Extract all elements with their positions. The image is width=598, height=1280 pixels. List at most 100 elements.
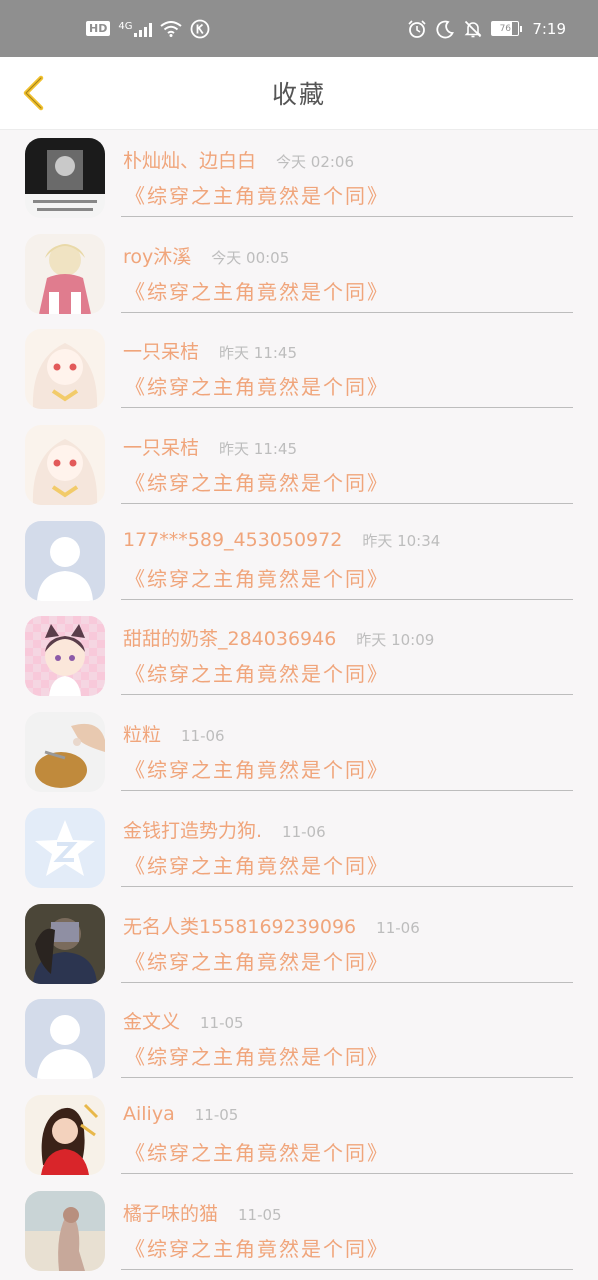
book-title[interactable]: 《综穿之主角竟然是个同》	[125, 1041, 389, 1070]
book-title[interactable]: 《综穿之主角竟然是个同》	[125, 467, 389, 496]
item-time: 昨天 11:45	[219, 344, 298, 363]
user-name[interactable]: roy沐溪	[123, 242, 191, 269]
item-time: 11-06	[282, 822, 326, 841]
book-title[interactable]: 《综穿之主角竟然是个同》	[125, 180, 389, 209]
user-name[interactable]: 甜甜的奶茶_284036946	[123, 624, 336, 651]
book-title[interactable]: 《综穿之主角竟然是个同》	[125, 754, 389, 783]
item-time: 11-06	[376, 918, 420, 937]
k-circle-icon	[191, 19, 210, 38]
list-item[interactable]: 朴灿灿、边白白 今天 02:06 《综穿之主角竟然是个同》	[0, 130, 598, 226]
list-item[interactable]: 金钱打造势力狗. 11-06 《综穿之主角竟然是个同》	[0, 800, 598, 896]
favorites-list: 朴灿灿、边白白 今天 02:06 《综穿之主角竟然是个同》 roy沐溪 今天 0…	[0, 130, 598, 1278]
battery-level: 76	[499, 23, 512, 34]
anime-girl-avatar	[25, 329, 105, 410]
hd-icon: HD	[86, 21, 111, 36]
item-info: 金钱打造势力狗. 11-06 《综穿之主角竟然是个同》	[121, 808, 573, 887]
default-avatar	[25, 999, 105, 1080]
item-time: 11-05	[194, 1105, 239, 1124]
page-title: 收藏	[271, 80, 326, 109]
item-info: 朴灿灿、边白白 今天 02:06 《综穿之主角竟然是个同》	[121, 138, 573, 217]
item-header: Ailiya 11-05	[123, 1103, 238, 1125]
qzone-star-avatar	[25, 807, 105, 888]
item-header: roy沐溪 今天 00:05	[123, 242, 289, 269]
book-title[interactable]: 《综穿之主角竟然是个同》	[125, 563, 389, 592]
status-right: 76 7:19	[407, 19, 566, 39]
user-name[interactable]: 橘子味的猫	[123, 1199, 218, 1226]
avatar[interactable]	[25, 1094, 105, 1175]
item-header: 甜甜的奶茶_284036946 昨天 10:09	[123, 624, 434, 651]
avatar[interactable]	[25, 903, 105, 984]
item-info: Ailiya 11-05 《综穿之主角竟然是个同》	[121, 1095, 573, 1174]
network-label: 4G	[118, 20, 133, 32]
default-avatar	[25, 520, 105, 601]
back-arrow-icon	[23, 75, 44, 111]
item-info: 无名人类1558169239096 11-06 《综穿之主角竟然是个同》	[121, 904, 573, 983]
avatar[interactable]	[25, 616, 105, 697]
item-header: 一只呆桔 昨天 11:45	[123, 433, 297, 460]
avatar[interactable]	[25, 1190, 105, 1271]
battery-icon: 76	[491, 21, 523, 36]
book-title[interactable]: 《综穿之主角竟然是个同》	[125, 1233, 389, 1262]
item-time: 昨天 10:34	[362, 531, 441, 550]
item-header: 177***589_453050972 昨天 10:34	[123, 529, 440, 551]
book-title[interactable]: 《综穿之主角竟然是个同》	[125, 371, 389, 400]
avatar[interactable]	[25, 712, 105, 793]
item-time: 今天 00:05	[211, 248, 290, 267]
item-info: 一只呆桔 昨天 11:45 《综穿之主角竟然是个同》	[121, 425, 573, 505]
avatar[interactable]	[25, 138, 105, 218]
moon-icon	[436, 20, 455, 38]
book-title[interactable]: 《综穿之主角竟然是个同》	[125, 946, 389, 975]
list-item[interactable]: 粒粒 11-06 《综穿之主角竟然是个同》	[0, 704, 598, 800]
list-item[interactable]: roy沐溪 今天 00:05 《综穿之主角竟然是个同》	[0, 226, 598, 322]
portrait-photo-avatar	[25, 903, 105, 984]
avatar[interactable]	[25, 520, 105, 601]
back-button[interactable]	[14, 71, 54, 115]
book-title[interactable]: 《综穿之主角竟然是个同》	[125, 1137, 389, 1166]
list-item[interactable]: 甜甜的奶茶_284036946 昨天 10:09 《综穿之主角竟然是个同》	[0, 608, 598, 704]
pink-girl-avatar	[25, 233, 105, 314]
list-item[interactable]: 金文义 11-05 《综穿之主角竟然是个同》	[0, 991, 598, 1087]
clock: 7:19	[532, 19, 566, 38]
wifi-icon	[160, 20, 183, 37]
avatar[interactable]	[25, 425, 105, 506]
item-time: 11-06	[181, 727, 225, 746]
item-info: roy沐溪 今天 00:05 《综穿之主角竟然是个同》	[121, 234, 573, 313]
user-name[interactable]: 一只呆桔	[123, 433, 199, 460]
item-time: 昨天 10:09	[356, 631, 435, 650]
alarm-icon	[408, 19, 426, 38]
list-item[interactable]: 一只呆桔 昨天 11:45 《综穿之主角竟然是个同》	[0, 321, 598, 417]
user-name[interactable]: 金文义	[123, 1007, 180, 1034]
user-name[interactable]: 177***589_453050972	[123, 529, 342, 551]
item-info: 金文义 11-05 《综穿之主角竟然是个同》	[121, 999, 573, 1079]
list-item[interactable]: 177***589_453050972 昨天 10:34 《综穿之主角竟然是个同…	[0, 513, 598, 609]
user-name[interactable]: 朴灿灿、边白白	[123, 146, 256, 173]
item-time: 今天 02:06	[276, 153, 355, 171]
item-time: 11-05	[200, 1014, 244, 1033]
item-info: 橘子味的猫 11-05 《综穿之主角竟然是个同》	[121, 1191, 573, 1270]
list-item[interactable]: 橘子味的猫 11-05 《综穿之主角竟然是个同》	[0, 1183, 598, 1279]
user-name[interactable]: 金钱打造势力狗.	[123, 816, 262, 843]
avatar[interactable]	[25, 233, 105, 314]
list-item[interactable]: 无名人类1558169239096 11-06 《综穿之主角竟然是个同》	[0, 896, 598, 992]
user-name[interactable]: 粒粒	[123, 720, 161, 747]
user-name[interactable]: 一只呆桔	[123, 337, 199, 364]
book-title[interactable]: 《综穿之主角竟然是个同》	[125, 850, 389, 879]
item-header: 朴灿灿、边白白 今天 02:06	[123, 146, 354, 173]
user-name[interactable]: Ailiya	[123, 1103, 175, 1125]
bread-photo-avatar	[25, 712, 105, 793]
book-title[interactable]: 《综穿之主角竟然是个同》	[125, 658, 389, 687]
item-time: 11-05	[238, 1205, 282, 1224]
list-item[interactable]: 一只呆桔 昨天 11:45 《综穿之主角竟然是个同》	[0, 417, 598, 513]
list-item[interactable]: Ailiya 11-05 《综穿之主角竟然是个同》	[0, 1087, 598, 1183]
mute-bell-icon	[464, 20, 482, 37]
book-title[interactable]: 《综穿之主角竟然是个同》	[125, 276, 389, 305]
red-girl-avatar	[25, 1094, 105, 1175]
avatar[interactable]	[25, 329, 105, 410]
item-header: 无名人类1558169239096 11-06	[123, 912, 420, 939]
avatar[interactable]	[25, 807, 105, 888]
user-name[interactable]: 无名人类1558169239096	[123, 912, 356, 939]
avatar[interactable]	[25, 999, 105, 1080]
item-info: 甜甜的奶茶_284036946 昨天 10:09 《综穿之主角竟然是个同》	[121, 616, 573, 696]
item-info: 粒粒 11-06 《综穿之主角竟然是个同》	[121, 712, 573, 792]
status-bar: HD 4G 76 7:19	[0, 0, 598, 57]
